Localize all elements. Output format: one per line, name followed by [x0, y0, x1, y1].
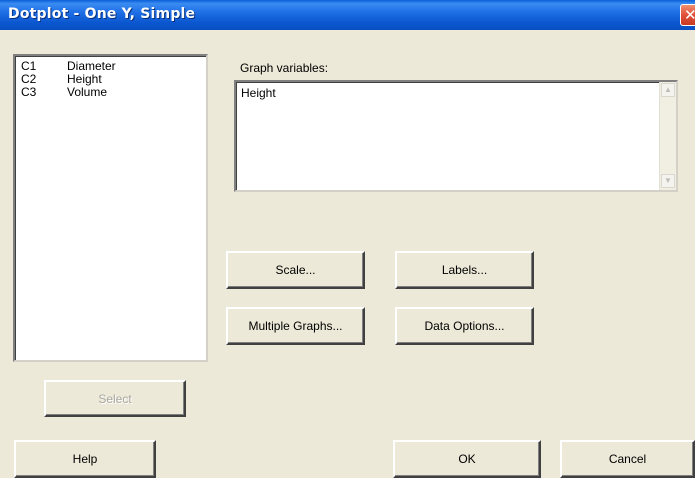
- window-title: Dotplot - One Y, Simple: [8, 6, 196, 22]
- help-button[interactable]: Help: [14, 440, 156, 478]
- graph-variables-input[interactable]: Height ▲ ▼: [234, 80, 678, 192]
- title-bar[interactable]: Dotplot - One Y, Simple ✕: [0, 0, 695, 30]
- close-button[interactable]: ✕: [680, 4, 695, 26]
- dialog-window: Dotplot - One Y, Simple ✕ C1 Diameter C2…: [0, 0, 695, 478]
- ok-button[interactable]: OK: [393, 440, 541, 478]
- select-button[interactable]: Select: [44, 380, 186, 417]
- labels-button[interactable]: Labels...: [395, 251, 534, 289]
- variable-name: Volume: [67, 85, 108, 99]
- scroll-up-icon[interactable]: ▲: [661, 83, 675, 97]
- graph-variables-label: Graph variables:: [240, 61, 329, 75]
- variable-list[interactable]: C1 Diameter C2 Height C3 Volume: [13, 54, 208, 362]
- graph-variables-scrollbar[interactable]: ▲ ▼: [659, 82, 676, 190]
- variable-column: C3: [21, 85, 37, 99]
- scroll-down-icon[interactable]: ▼: [661, 174, 675, 188]
- scale-button[interactable]: Scale...: [226, 251, 365, 289]
- data-options-button[interactable]: Data Options...: [395, 307, 534, 345]
- graph-variables-value: Height: [241, 86, 276, 100]
- close-icon: ✕: [684, 6, 695, 24]
- multiple-graphs-button[interactable]: Multiple Graphs...: [226, 307, 365, 345]
- cancel-button[interactable]: Cancel: [560, 440, 695, 478]
